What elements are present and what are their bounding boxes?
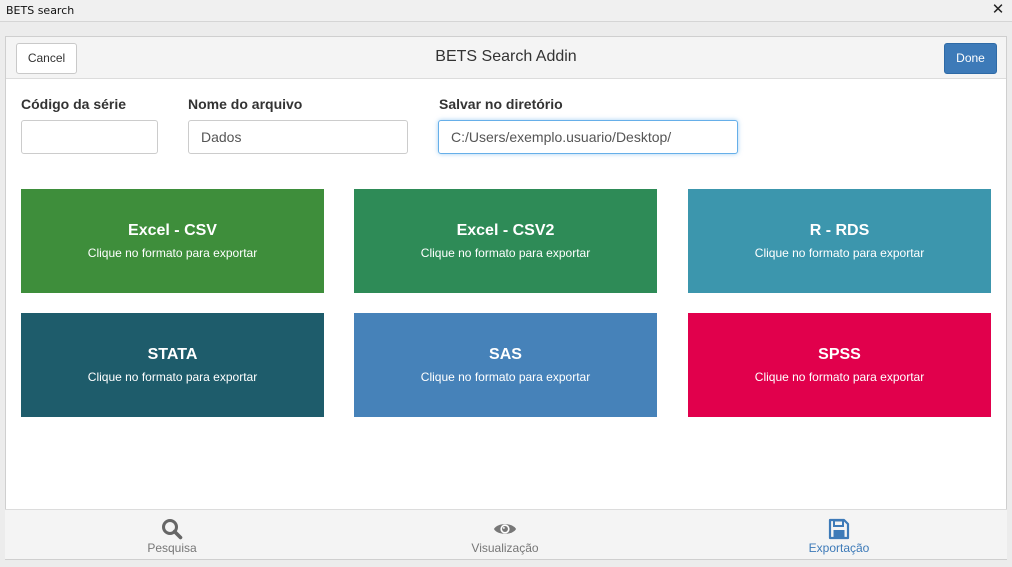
save-icon bbox=[828, 518, 850, 540]
format-tile-excel-csv[interactable]: Excel - CSV Clique no formato para expor… bbox=[21, 189, 324, 293]
format-tile-spss[interactable]: SPSS Clique no formato para exportar bbox=[688, 313, 991, 417]
page-title: BETS Search Addin bbox=[435, 48, 577, 65]
addin-panel: Cancel BETS Search Addin Done bbox=[5, 36, 1007, 560]
tab-label: Pesquisa bbox=[147, 541, 197, 555]
format-tile-excel-csv2[interactable]: Excel - CSV2 Clique no formato para expo… bbox=[354, 189, 657, 293]
format-title: STATA bbox=[147, 346, 198, 363]
eye-icon bbox=[493, 524, 517, 534]
tab-label: Visualização bbox=[471, 541, 539, 555]
tab-pesquisa[interactable]: Pesquisa bbox=[72, 510, 272, 560]
format-tile-r-rds[interactable]: R - RDS Clique no formato para exportar bbox=[688, 189, 991, 293]
format-title: Excel - CSV2 bbox=[456, 222, 555, 239]
format-tile-sas[interactable]: SAS Clique no formato para exportar bbox=[354, 313, 657, 417]
format-subtitle: Clique no formato para exportar bbox=[420, 370, 591, 384]
bottom-tab-bar: Pesquisa Visualização Exportação bbox=[5, 509, 1007, 559]
panel-header: Cancel BETS Search Addin Done bbox=[6, 37, 1006, 79]
format-title: SPSS bbox=[818, 346, 861, 363]
codigo-serie-label: Código da série bbox=[21, 96, 127, 112]
nome-arquivo-input[interactable] bbox=[188, 120, 408, 154]
tab-label: Exportação bbox=[808, 541, 870, 555]
format-tile-stata[interactable]: STATA Clique no formato para exportar bbox=[21, 313, 324, 417]
format-title: R - RDS bbox=[809, 222, 870, 239]
format-subtitle: Clique no formato para exportar bbox=[420, 246, 591, 260]
tab-exportacao[interactable]: Exportação bbox=[739, 510, 939, 560]
done-button[interactable]: Done bbox=[944, 43, 997, 74]
window-titlebar: BETS search ✕ bbox=[0, 0, 1012, 22]
salvar-diretorio-label: Salvar no diretório bbox=[439, 96, 563, 112]
salvar-diretorio-input[interactable] bbox=[438, 120, 738, 154]
nome-arquivo-label: Nome do arquivo bbox=[188, 96, 303, 112]
search-icon bbox=[162, 519, 183, 540]
codigo-serie-input[interactable] bbox=[21, 120, 158, 154]
tab-visualizacao[interactable]: Visualização bbox=[405, 510, 605, 560]
format-subtitle: Clique no formato para exportar bbox=[754, 246, 925, 260]
format-subtitle: Clique no formato para exportar bbox=[754, 370, 925, 384]
window-title: BETS search bbox=[6, 4, 75, 17]
format-title: SAS bbox=[489, 346, 522, 363]
format-subtitle: Clique no formato para exportar bbox=[87, 370, 258, 384]
close-icon[interactable]: ✕ bbox=[990, 1, 1006, 19]
format-subtitle: Clique no formato para exportar bbox=[87, 246, 258, 260]
format-title: Excel - CSV bbox=[128, 222, 217, 239]
